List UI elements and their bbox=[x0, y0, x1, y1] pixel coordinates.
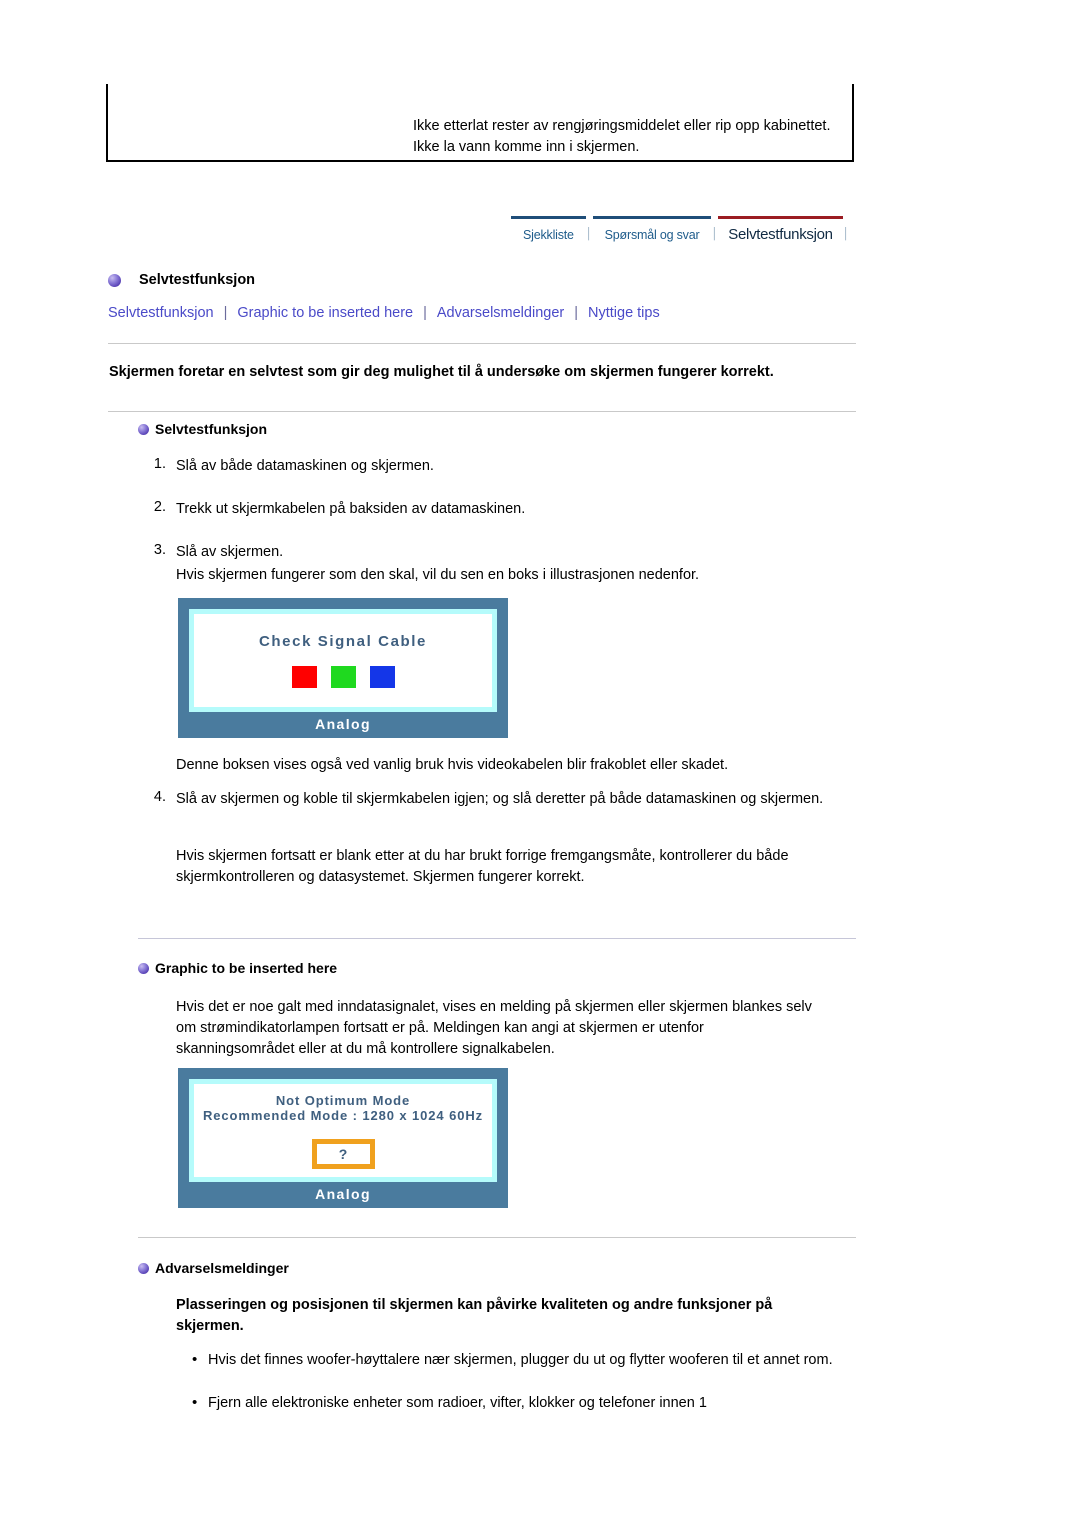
osd-message-recommended-mode: Recommended Mode : 1280 x 1024 60Hz bbox=[202, 1107, 484, 1123]
monitor-screen-area: Not Optimum Mode Recommended Mode : 1280… bbox=[189, 1079, 497, 1182]
red-swatch bbox=[291, 666, 317, 688]
list-item: • Fjern alle elektroniske enheter som ra… bbox=[186, 1393, 846, 1414]
subnav-link-selvtestfunksjon[interactable]: Selvtestfunksjon bbox=[108, 305, 214, 321]
tab-selvtestfunksjon[interactable]: Selvtestfunksjon bbox=[718, 216, 843, 246]
list-item: 4. Slå av skjermen og koble til skjermka… bbox=[148, 789, 858, 810]
list-item-number: 2. bbox=[153, 499, 166, 515]
step3-note: Hvis skjermen fungerer som den skal, vil… bbox=[176, 567, 700, 583]
list-item-text: Slå av skjermen. bbox=[176, 544, 284, 560]
monitor-input-source-label: Analog bbox=[315, 716, 371, 732]
section-heading-label: Selvtestfunksjon bbox=[155, 421, 268, 437]
subnav[interactable]: Selvtestfunksjon | Graphic to be inserte… bbox=[108, 305, 660, 321]
list-item: • Hvis det finnes woofer-høyttalere nær … bbox=[186, 1350, 846, 1371]
list-item-number: 4. bbox=[153, 789, 166, 805]
advarsel-bullet-list: • Hvis det finnes woofer-høyttalere nær … bbox=[186, 1350, 846, 1436]
section-tabstrip[interactable]: Sjekkliste │ Spørsmål og svar │ Selvtest… bbox=[511, 216, 850, 246]
monitor-screen-area: Check Signal Cable bbox=[189, 609, 497, 712]
sphere-bullet-icon bbox=[138, 962, 149, 974]
divider-above-selvtest-section bbox=[108, 411, 856, 412]
sphere-bullet-icon bbox=[138, 1262, 149, 1274]
section-heading-label: Advarselsmeldinger bbox=[155, 1260, 289, 1276]
rgb-swatch-row bbox=[291, 666, 395, 688]
section-heading-advarselsmeldinger: Advarselsmeldinger bbox=[138, 1260, 289, 1276]
bullet-glyph-icon: • bbox=[192, 1351, 198, 1368]
section-heading-graphic-to-be-inserted-here: Graphic to be inserted here bbox=[138, 960, 337, 976]
osd-message-not-optimum-mode: Not Optimum Mode bbox=[275, 1092, 411, 1108]
list-item-number: 3. bbox=[153, 542, 166, 558]
list-item-text: Fjern alle elektroniske enheter som radi… bbox=[208, 1395, 707, 1411]
subnav-link-nyttige-tips[interactable]: Nyttige tips bbox=[588, 305, 660, 321]
cleaning-warning-text: Ikke etterlat rester av rengjøringsmidde… bbox=[413, 118, 831, 155]
subnav-separator-3: | bbox=[574, 305, 578, 321]
tab-separator-1: │ bbox=[585, 228, 593, 240]
tab-separator-2: │ bbox=[711, 228, 719, 240]
osd-message-check-signal-cable: Check Signal Cable bbox=[258, 633, 427, 650]
section-heading-label: Graphic to be inserted here bbox=[155, 960, 338, 976]
monitor-osd-not-optimum-mode: Not Optimum Mode Recommended Mode : 1280… bbox=[178, 1068, 508, 1208]
sphere-bullet-icon bbox=[138, 423, 149, 435]
bullet-glyph-icon: • bbox=[192, 1394, 198, 1411]
list-item: 1. Slå av både datamaskinen og skjermen. bbox=[148, 456, 848, 477]
subnav-link-graphic-to-be-inserted-here[interactable]: Graphic to be inserted here bbox=[237, 305, 413, 321]
monitor-osd-check-signal-cable: Check Signal Cable Analog bbox=[178, 598, 508, 738]
list-item: 2. Trekk ut skjermkabelen på baksiden av… bbox=[148, 499, 848, 520]
list-item-number: 1. bbox=[153, 456, 166, 472]
monitor-input-source-label: Analog bbox=[315, 1186, 371, 1202]
tab-separator-3: │ bbox=[842, 228, 850, 240]
advarsel-subheading: Plasseringen og posisjonen til skjermen … bbox=[176, 1297, 773, 1334]
divider-above-advarsel-section bbox=[138, 1237, 856, 1238]
list-item-text: Slå av både datamaskinen og skjermen. bbox=[176, 458, 434, 474]
osd-question-mark-box: ? bbox=[311, 1138, 375, 1169]
selvtest-step-list-continued: 4. Slå av skjermen og koble til skjermka… bbox=[148, 789, 858, 832]
list-item-text: Trekk ut skjermkabelen på baksiden av da… bbox=[176, 501, 526, 517]
page-title-row: Selvtestfunksjon bbox=[108, 272, 255, 288]
step4-note: Hvis skjermen fortsatt er blank etter at… bbox=[176, 848, 789, 885]
list-item-text: Slå av skjermen og koble til skjermkabel… bbox=[176, 791, 824, 807]
page-title: Selvtestfunksjon bbox=[139, 272, 256, 288]
divider-above-graphic-section bbox=[138, 938, 856, 939]
subnav-link-advarselsmeldinger[interactable]: Advarselsmeldinger bbox=[437, 305, 564, 321]
subnav-separator-2: | bbox=[423, 305, 427, 321]
divider-under-subnav bbox=[108, 343, 856, 344]
cleaning-warning-box: Ikke etterlat rester av rengjøringsmidde… bbox=[106, 84, 854, 162]
subnav-separator-1: | bbox=[223, 305, 228, 321]
green-swatch bbox=[330, 666, 356, 688]
blue-swatch bbox=[369, 666, 395, 688]
sphere-bullet-icon bbox=[108, 273, 121, 287]
list-item-text: Hvis det finnes woofer-høyttalere nær sk… bbox=[208, 1352, 833, 1368]
tab-sporsmal-og-svar[interactable]: Spørsmål og svar bbox=[592, 216, 712, 246]
after-graphic-note: Denne boksen vises også ved vanlig bruk … bbox=[176, 757, 729, 773]
list-item: 3. Slå av skjermen. bbox=[148, 542, 848, 563]
tab-sjekkliste[interactable]: Sjekkliste bbox=[511, 216, 586, 246]
lead-paragraph: Skjermen foretar en selvtest som gir deg… bbox=[109, 364, 774, 380]
section-heading-selvtestfunksjon: Selvtestfunksjon bbox=[138, 421, 267, 437]
graphic-section-paragraph: Hvis det er noe galt med inndatasignalet… bbox=[176, 999, 812, 1057]
